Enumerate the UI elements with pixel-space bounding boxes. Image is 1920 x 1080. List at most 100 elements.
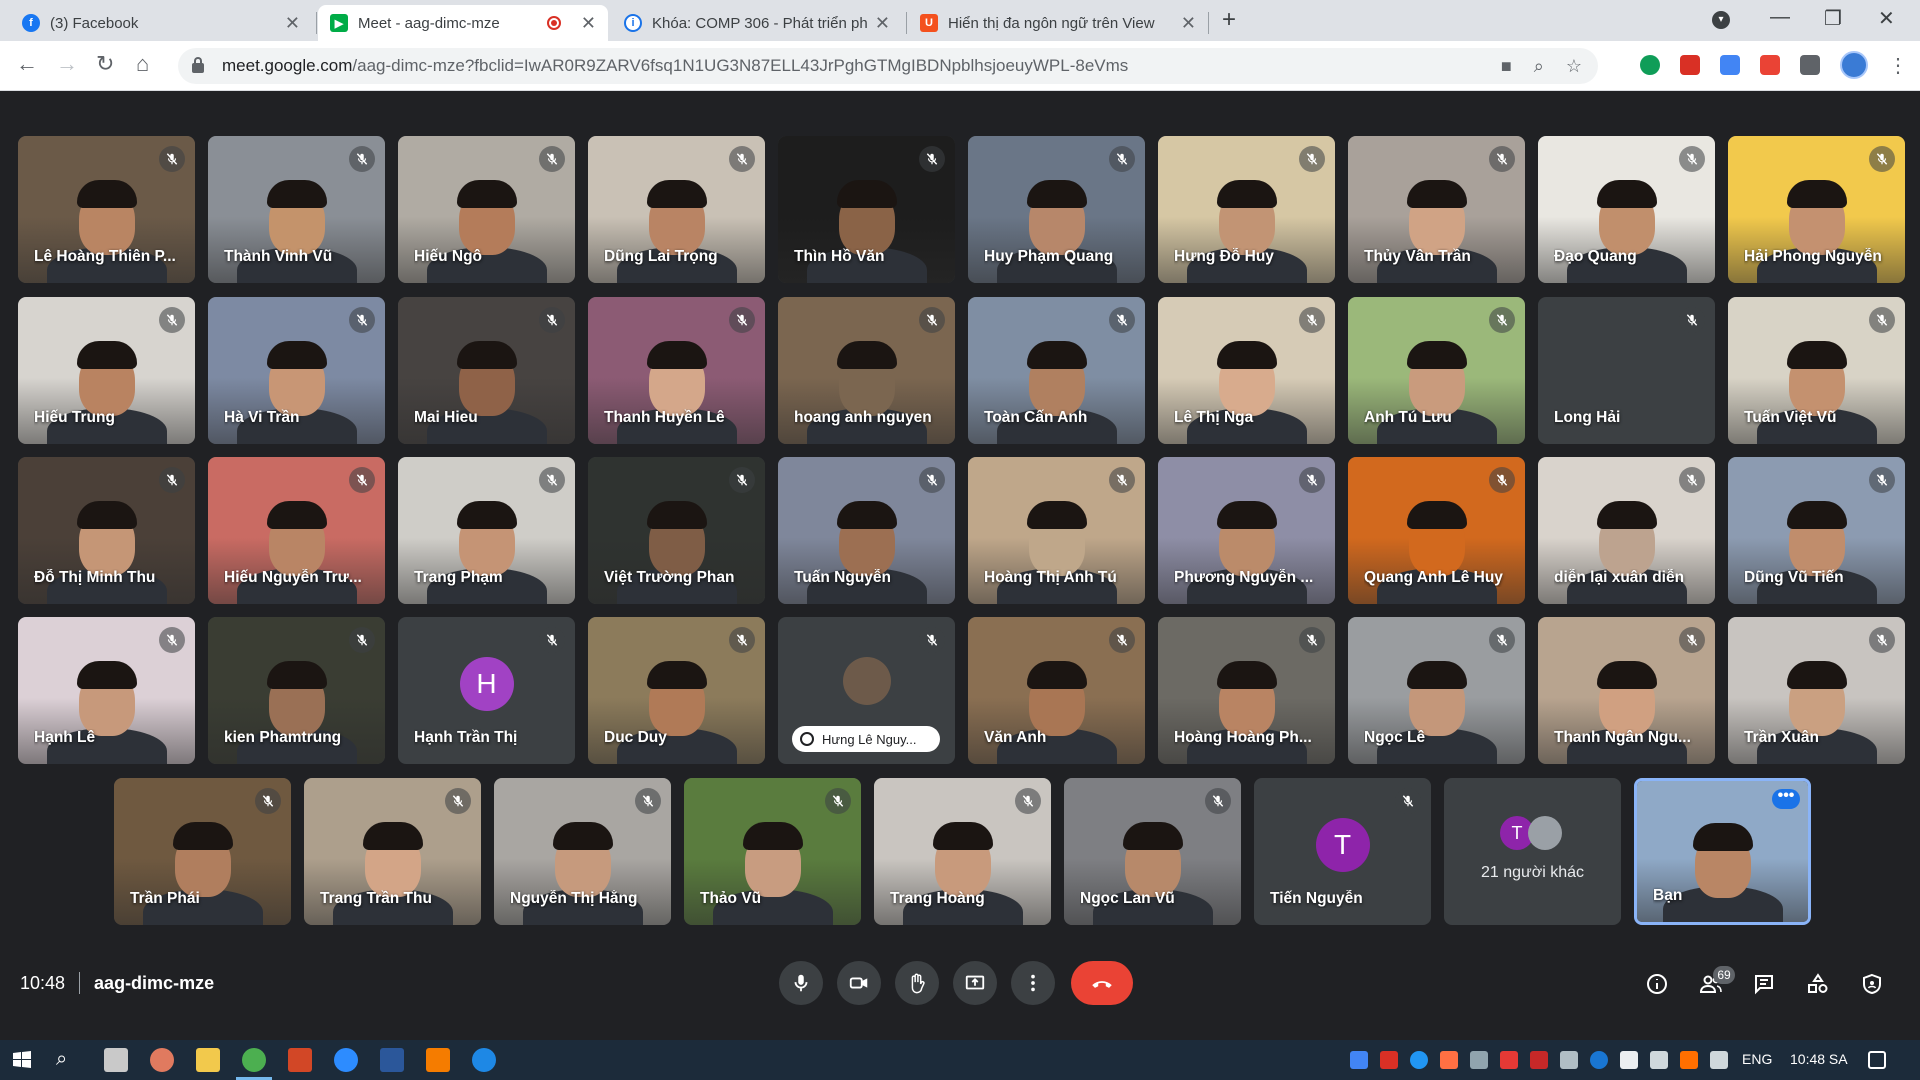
participant-tile[interactable]: Hoàng Hoàng Ph... — [1158, 617, 1335, 764]
extension-icon[interactable] — [1640, 55, 1660, 75]
participant-tile[interactable]: Nguyễn Thị Hằng — [494, 778, 671, 925]
tray-app-icon[interactable] — [1470, 1051, 1488, 1069]
participant-tile[interactable]: diễn lại xuân diễn — [1538, 457, 1715, 604]
reload-icon[interactable]: ↻ — [96, 51, 114, 77]
participant-tile[interactable]: Hoàng Thị Anh Tú — [968, 457, 1145, 604]
camera-button[interactable] — [837, 961, 881, 1005]
participant-tile[interactable]: Đỗ Thị Minh Thu — [18, 457, 195, 604]
participant-tile[interactable]: Văn Anh — [968, 617, 1145, 764]
more-options-button[interactable] — [1011, 961, 1055, 1005]
extension-icon[interactable] — [1760, 55, 1780, 75]
participant-tile[interactable]: Huy Phạm Quang — [968, 136, 1145, 283]
powerpoint-icon[interactable] — [288, 1048, 312, 1072]
participant-tile[interactable]: Trần Phái — [114, 778, 291, 925]
activities-button[interactable] — [1806, 972, 1830, 996]
battery-icon[interactable] — [1710, 1051, 1728, 1069]
chrome-icon[interactable] — [236, 1048, 272, 1080]
participant-tile[interactable]: Hiếu Ngô — [398, 136, 575, 283]
participant-tile[interactable]: Anh Tú Lưu — [1348, 297, 1525, 444]
participant-tile[interactable]: Đạo Quang — [1538, 136, 1715, 283]
home-icon[interactable]: ⌂ — [136, 51, 149, 77]
participant-tile[interactable]: Toàn Cấn Anh — [968, 297, 1145, 444]
participant-tile[interactable]: hoang anh nguyen — [778, 297, 955, 444]
taskbar-clock[interactable]: 10:48 SA — [1790, 1051, 1848, 1067]
participant-tile[interactable]: Trần Xuân — [1728, 617, 1905, 764]
participant-tile[interactable]: Thìn Hồ Văn — [778, 136, 955, 283]
participant-tile[interactable]: kien Phamtrung — [208, 617, 385, 764]
tab-search-icon[interactable]: ▾ — [1712, 11, 1730, 29]
address-bar[interactable]: meet.google.com/aag-dimc-mze?fbclid=IwAR… — [178, 48, 1598, 84]
back-icon[interactable]: ← — [16, 51, 38, 77]
participant-tile[interactable]: Trang Hoàng — [874, 778, 1051, 925]
microphone-button[interactable] — [779, 961, 823, 1005]
tray-app-icon[interactable] — [1380, 1051, 1398, 1069]
tray-mic-icon[interactable] — [1560, 1051, 1578, 1069]
participant-tile[interactable]: Hưng Đỗ Huy — [1158, 136, 1335, 283]
participant-tile[interactable]: Việt Trường Phan — [588, 457, 765, 604]
tab-meet[interactable]: ▶ Meet - aag-dimc-mze ✕ — [318, 5, 608, 41]
participant-tile[interactable]: Thành Vinh Vũ — [208, 136, 385, 283]
participant-tile[interactable]: Lê Hoàng Thiên P... — [18, 136, 195, 283]
browser-menu-icon[interactable]: ⋮ — [1888, 53, 1908, 78]
participant-tile[interactable]: Dũng Lai Trọng — [588, 136, 765, 283]
close-tab-icon[interactable]: ✕ — [875, 13, 890, 34]
word-icon[interactable] — [380, 1048, 404, 1072]
app-icon[interactable] — [426, 1048, 450, 1072]
participant-tile[interactable]: Quang Anh Lê Huy — [1348, 457, 1525, 604]
tab-course[interactable]: i Khóa: COMP 306 - Phát triển phầ ✕ — [612, 5, 902, 41]
participant-tile[interactable]: Tuấn Việt Vũ — [1728, 297, 1905, 444]
file-explorer-icon[interactable] — [196, 1048, 220, 1072]
translate-extension-icon[interactable] — [1720, 55, 1740, 75]
participant-tile[interactable]: Mai Hieu — [398, 297, 575, 444]
minimize-icon[interactable]: — — [1770, 6, 1790, 29]
tab-udemy[interactable]: U Hiển thị đa ngôn ngữ trên View ✕ — [908, 5, 1208, 41]
participant-tile[interactable]: Phương Nguyễn ... — [1158, 457, 1335, 604]
participant-tile[interactable]: Ngọc Lê — [1348, 617, 1525, 764]
close-tab-icon[interactable]: ✕ — [285, 13, 300, 34]
participant-tile[interactable]: Thủy Vân Trần — [1348, 136, 1525, 283]
tray-app-icon[interactable] — [1530, 1051, 1548, 1069]
volume-icon[interactable] — [1650, 1051, 1668, 1069]
participant-tile[interactable]: Hải Phong Nguyễn — [1728, 136, 1905, 283]
tray-app-icon[interactable] — [1500, 1051, 1518, 1069]
participant-tile[interactable]: Trang Phạm — [398, 457, 575, 604]
leave-call-button[interactable] — [1071, 961, 1133, 1005]
participant-tile[interactable]: Tuấn Nguyễn — [778, 457, 955, 604]
tray-drive-icon[interactable] — [1350, 1051, 1368, 1069]
notifications-icon[interactable] — [1868, 1051, 1886, 1069]
participant-tile[interactable]: Trang Trần Thu — [304, 778, 481, 925]
participant-tile[interactable]: Ngọc Lan Vũ — [1064, 778, 1241, 925]
participant-tile[interactable]: Dũng Vũ Tiến — [1728, 457, 1905, 604]
close-tab-icon[interactable]: ✕ — [581, 13, 596, 34]
participant-tile[interactable]: Thanh Ngân Ngu... — [1538, 617, 1715, 764]
tray-app-icon[interactable] — [1680, 1051, 1698, 1069]
bookmark-star-icon[interactable]: ☆ — [1566, 56, 1582, 77]
participant-tile[interactable]: Thanh Huyền Lê — [588, 297, 765, 444]
extensions-puzzle-icon[interactable] — [1800, 55, 1820, 75]
profile-avatar[interactable] — [1840, 51, 1868, 79]
participant-tile[interactable]: Thảo Vũ — [684, 778, 861, 925]
tab-facebook[interactable]: f (3) Facebook ✕ — [10, 5, 312, 41]
windows-start-icon[interactable] — [10, 1048, 34, 1072]
host-controls-button[interactable] — [1860, 972, 1884, 996]
input-language[interactable]: ENG — [1742, 1051, 1772, 1067]
tray-app-icon[interactable] — [1440, 1051, 1458, 1069]
app-icon[interactable] — [472, 1048, 496, 1072]
new-tab-icon[interactable]: + — [1222, 6, 1236, 34]
raise-hand-button[interactable] — [895, 961, 939, 1005]
camera-permission-icon[interactable]: ■ — [1501, 56, 1512, 77]
participant-tile[interactable]: T 21 người khác — [1444, 778, 1621, 925]
tray-app-icon[interactable] — [1410, 1051, 1428, 1069]
participant-tile[interactable]: Hiếu Nguyễn Trư... — [208, 457, 385, 604]
zoom-icon[interactable] — [334, 1048, 358, 1072]
participant-tile[interactable]: H Hạnh Trần Thị — [398, 617, 575, 764]
network-icon[interactable] — [1620, 1051, 1638, 1069]
participant-tile[interactable]: Lê Thị Nga — [1158, 297, 1335, 444]
self-video-tile[interactable]: Bạn ••• — [1634, 778, 1811, 925]
zoom-icon[interactable]: ⌕ — [1534, 56, 1544, 77]
participant-tile[interactable]: Hạnh Lê — [18, 617, 195, 764]
participant-tile[interactable]: T Tiến Nguyễn — [1254, 778, 1431, 925]
meeting-details-button[interactable] — [1645, 972, 1669, 996]
present-screen-button[interactable] — [953, 961, 997, 1005]
task-view-icon[interactable] — [104, 1048, 128, 1072]
